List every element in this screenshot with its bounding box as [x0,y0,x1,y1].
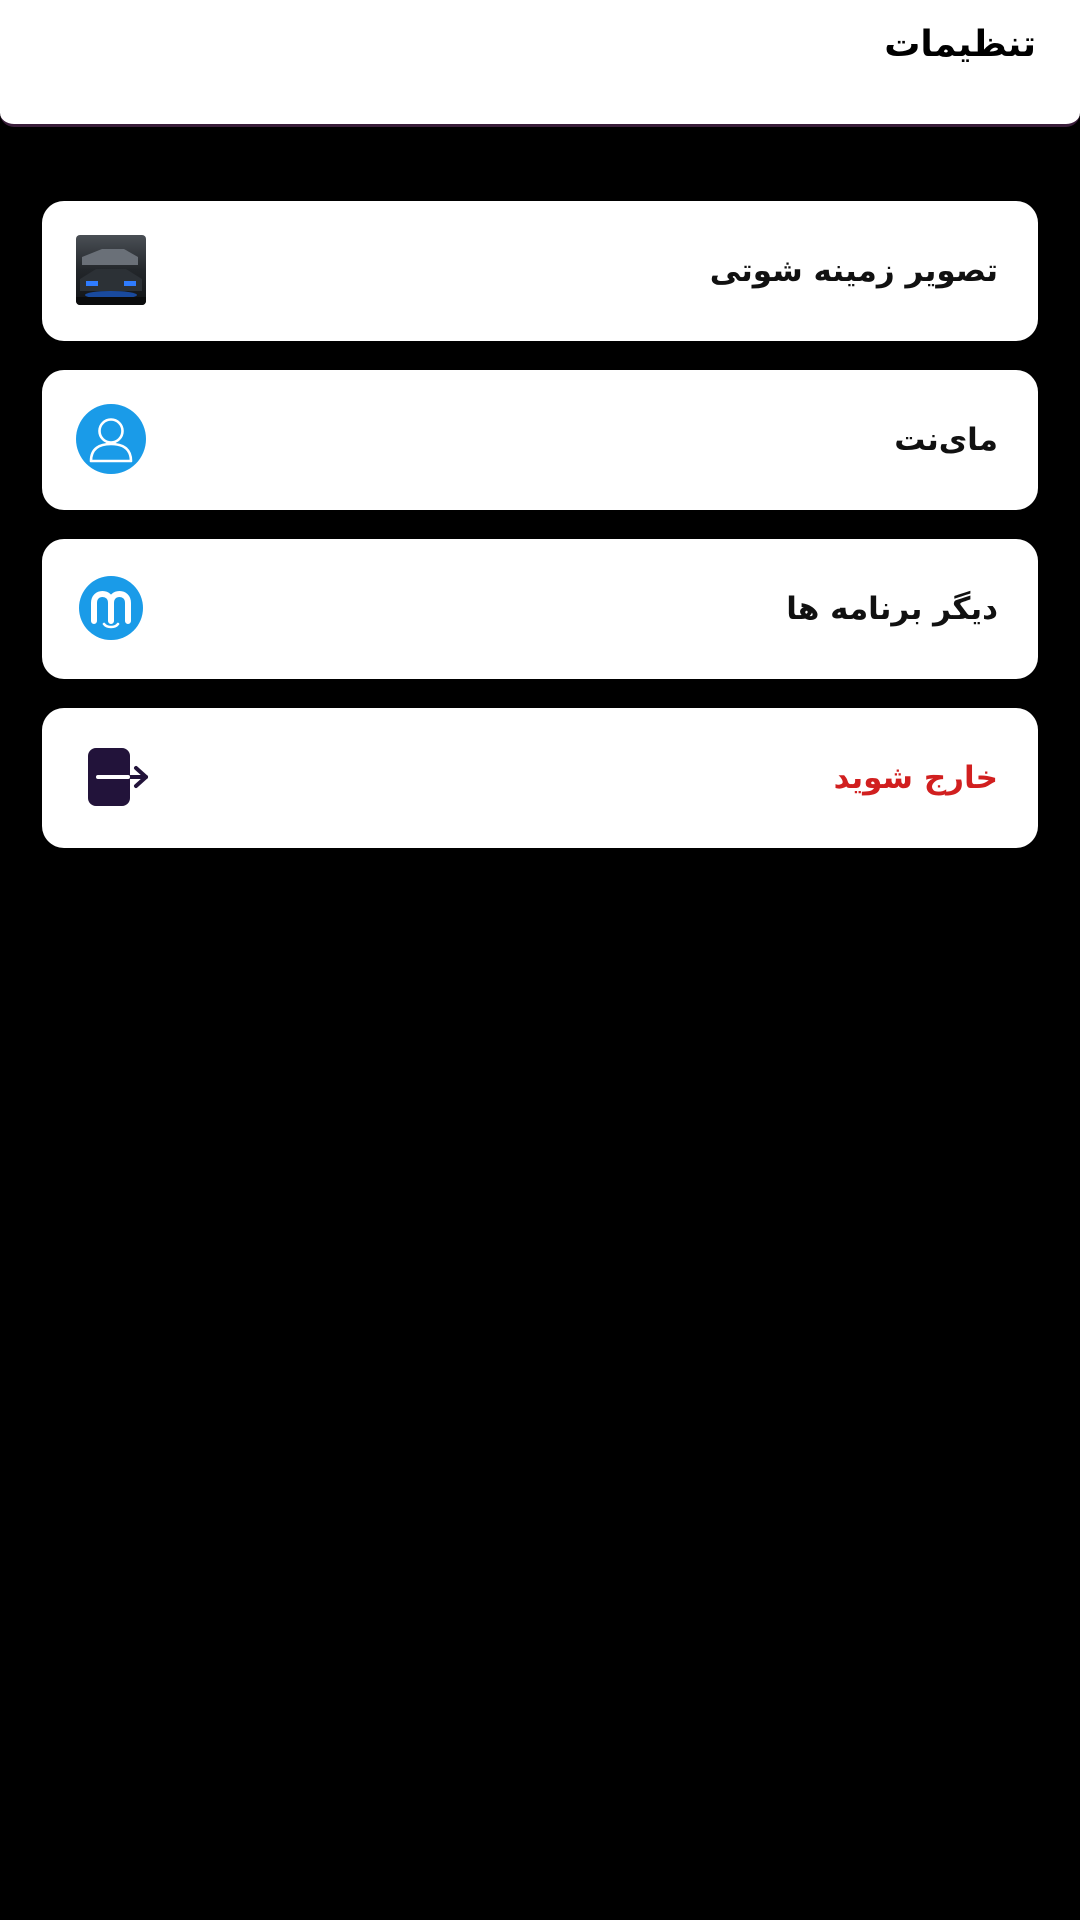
mynet-label: مای‌نت [894,422,998,458]
other-apps-item[interactable]: دیگر برنامه ها [42,539,1038,679]
app-header: تنظیمات [0,0,1080,127]
logout-label: خارج شوید [833,760,998,796]
logout-icon [76,742,148,812]
mynet-item[interactable]: مای‌نت [42,370,1038,510]
myket-logo-icon [76,573,146,643]
page-title: تنظیمات [884,24,1036,65]
other-apps-label: دیگر برنامه ها [786,591,998,627]
user-icon [76,404,146,474]
wallpaper-setting-item[interactable]: تصویر زمینه شوتی [42,201,1038,341]
logout-item[interactable]: خارج شوید [42,708,1038,848]
wallpaper-thumbnail [76,235,146,305]
wallpaper-setting-label: تصویر زمینه شوتی [709,253,998,289]
settings-menu: تصویر زمینه شوتی مای‌نت دیگر برنامه ها [42,201,1038,877]
